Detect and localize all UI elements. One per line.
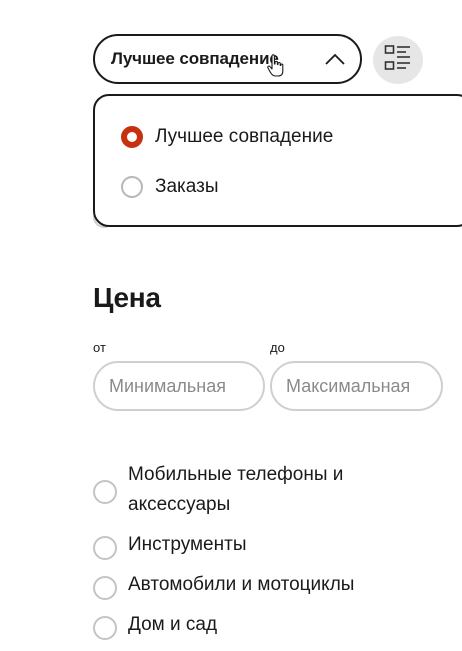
category-label: Дом и сад xyxy=(128,614,218,635)
price-to-label: до xyxy=(270,340,285,355)
price-from-label: от xyxy=(93,340,106,355)
price-max-input[interactable] xyxy=(270,361,443,411)
price-min-input[interactable] xyxy=(93,361,265,411)
sort-options-menu: Лучшее совпадение Заказы xyxy=(93,94,462,227)
category-option-phones[interactable]: Мобильные телефоны и аксессуары xyxy=(93,464,378,520)
category-label: Мобильные телефоны и аксессуары xyxy=(128,464,344,515)
radio-unselected-icon xyxy=(121,176,143,198)
list-view-icon xyxy=(384,44,412,77)
sort-option-label: Заказы xyxy=(155,176,219,197)
sort-option-orders[interactable]: Заказы xyxy=(121,176,219,198)
chevron-up-icon xyxy=(324,52,346,66)
category-label: Инструменты xyxy=(128,534,247,555)
radio-selected-icon xyxy=(121,126,143,148)
sort-dropdown-button[interactable]: Лучшее совпадение xyxy=(93,34,362,84)
list-view-button[interactable] xyxy=(373,36,423,84)
category-option-auto[interactable]: Автомобили и мотоциклы xyxy=(93,574,354,600)
category-option-tools[interactable]: Инструменты xyxy=(93,534,246,560)
sort-option-label: Лучшее совпадение xyxy=(155,126,334,147)
radio-unselected-icon xyxy=(93,576,117,600)
sort-option-best-match[interactable]: Лучшее совпадение xyxy=(121,126,333,148)
category-option-home[interactable]: Дом и сад xyxy=(93,614,217,640)
sort-label: Лучшее совпадение xyxy=(111,49,279,68)
filter-panel: Лучшее совпадение Лучшее совпадение Зака… xyxy=(0,0,462,651)
radio-unselected-icon xyxy=(93,536,117,560)
radio-unselected-icon xyxy=(93,480,117,504)
radio-unselected-icon xyxy=(93,616,117,640)
category-label: Автомобили и мотоциклы xyxy=(128,574,355,595)
hand-cursor-icon xyxy=(266,54,286,83)
price-section-title: Цена xyxy=(93,282,161,313)
